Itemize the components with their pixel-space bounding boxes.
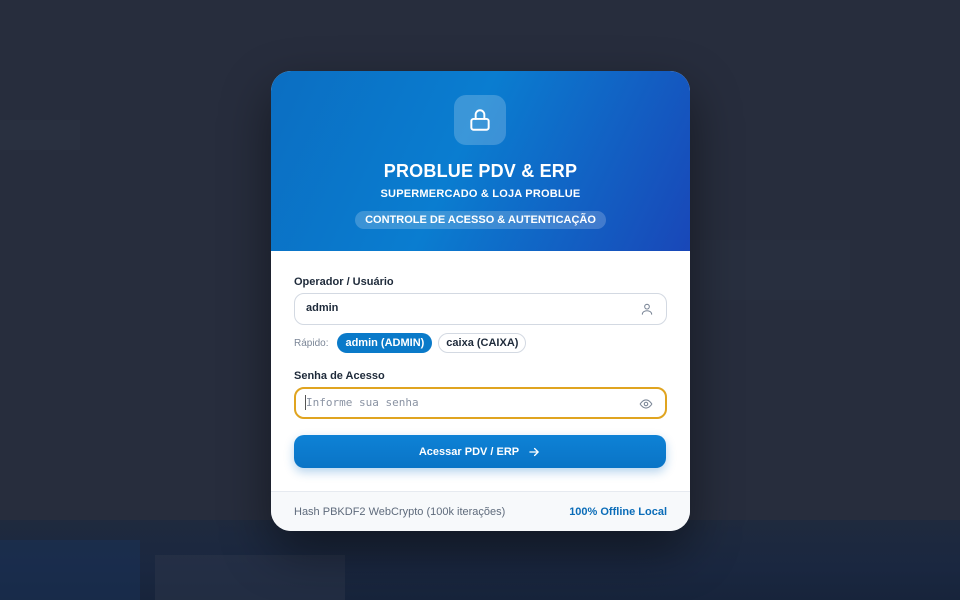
background-block (0, 120, 80, 150)
quick-admin-chip[interactable]: admin (ADMIN) (337, 333, 433, 353)
user-input-value: admin (306, 302, 339, 314)
user-input[interactable]: admin (294, 293, 667, 325)
submit-button[interactable]: Acessar PDV / ERP (294, 435, 666, 468)
background-block (155, 555, 345, 600)
login-footer: Hash PBKDF2 WebCrypto (100k iterações) 1… (271, 491, 690, 531)
password-input[interactable]: Informe sua senha (294, 387, 667, 419)
background-block (700, 240, 850, 300)
offline-info: 100% Offline Local (569, 505, 667, 518)
lock-icon (454, 95, 506, 145)
quick-login-row: Rápido: admin (ADMIN) caixa (CAIXA) (294, 332, 532, 354)
hash-info: Hash PBKDF2 WebCrypto (100k iterações) (294, 505, 506, 518)
login-header: PROBLUE PDV & ERP SUPERMERCADO & LOJA PR… (271, 71, 690, 251)
user-icon (641, 303, 653, 315)
login-card: PROBLUE PDV & ERP SUPERMERCADO & LOJA PR… (271, 71, 690, 531)
quick-label: Rápido: (294, 337, 329, 349)
user-label: Operador / Usuário (294, 276, 394, 288)
app-title: PROBLUE PDV & ERP (383, 161, 578, 181)
background-band (0, 520, 960, 600)
quick-caixa-chip[interactable]: caixa (CAIXA) (438, 333, 527, 353)
submit-label: Acessar PDV / ERP (418, 445, 520, 458)
eye-icon[interactable] (639, 397, 653, 411)
app-subtitle: SUPERMERCADO & LOJA PROBLUE (380, 188, 581, 200)
access-control-badge: CONTROLE DE ACESSO & AUTENTICAÇÃO (355, 211, 606, 229)
password-placeholder: Informe sua senha (306, 396, 419, 409)
arrow-right-icon (529, 447, 539, 456)
password-label: Senha de Acesso (294, 370, 385, 382)
background-block (0, 540, 140, 600)
